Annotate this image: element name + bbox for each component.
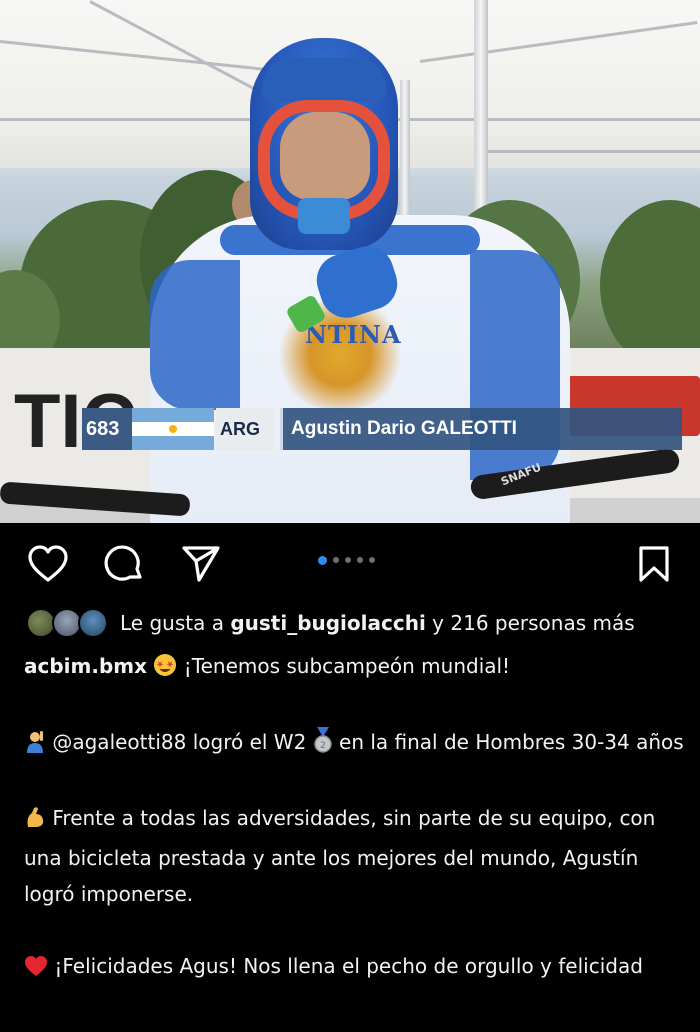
likes-row[interactable]: Le gusta a gusti_bugiolacchi y 216 perso… <box>26 606 635 640</box>
send-icon[interactable] <box>181 545 221 587</box>
caption-category-text: en la final de Hombres 30-34 años <box>332 730 684 754</box>
caption-congrats-text: ¡Felicidades Agus! Nos llena el pecho de… <box>48 954 643 978</box>
bookmark-icon[interactable] <box>637 545 671 587</box>
liker-avatars <box>26 606 110 640</box>
red-heart-emoji-icon <box>24 952 48 988</box>
heart-icon[interactable] <box>27 545 69 587</box>
bib-number: 683 <box>82 408 132 450</box>
caption-headline: ¡Tenemos subcampeón mundial! <box>177 654 511 678</box>
post-image[interactable]: TIC NTINA SNAFU 683 ARG Agustin Dario GA… <box>0 0 700 523</box>
argentina-flag-icon <box>132 408 214 450</box>
jersey-sleeve <box>150 260 240 410</box>
flexed-biceps-emoji-icon <box>24 804 46 840</box>
carousel-dot <box>333 557 339 563</box>
comment-icon[interactable] <box>104 544 144 588</box>
post-caption: acbim.bmx ¡Tenemos subcampeón mundial! @… <box>24 648 684 988</box>
rider-face <box>280 112 370 200</box>
carousel-dot <box>345 557 351 563</box>
star-struck-emoji-icon <box>153 652 177 688</box>
caption-username[interactable]: acbim.bmx <box>24 654 147 678</box>
carousel-dot <box>318 556 327 565</box>
carousel-dot <box>357 557 363 563</box>
tent-frame <box>480 150 700 153</box>
jersey-chest-text: NTINA <box>305 320 402 349</box>
person-raising-hand-emoji-icon <box>24 728 46 764</box>
helmet-chin-guard <box>298 198 350 234</box>
svg-text:2: 2 <box>320 741 326 751</box>
avatar[interactable] <box>78 608 108 638</box>
carousel-dot <box>369 557 375 563</box>
silver-medal-emoji-icon: 2 <box>313 727 333 764</box>
liker-username[interactable]: gusti_bugiolacchi <box>230 611 426 635</box>
caption-mention-text: @agaleotti88 logró el W2 <box>46 730 313 754</box>
likes-prefix: Le gusta a <box>120 611 231 635</box>
helmet-visor <box>262 58 386 102</box>
carousel-indicator <box>318 556 375 565</box>
tree <box>600 200 700 370</box>
likes-suffix: y 216 personas más <box>425 611 635 635</box>
country-code: ARG <box>216 408 274 450</box>
likes-summary[interactable]: Le gusta a gusti_bugiolacchi y 216 perso… <box>120 611 635 635</box>
rider-name: Agustin Dario GALEOTTI <box>280 408 682 450</box>
caption-story-text: Frente a todas las adversidades, sin par… <box>24 806 656 906</box>
tent-pole <box>400 80 410 230</box>
